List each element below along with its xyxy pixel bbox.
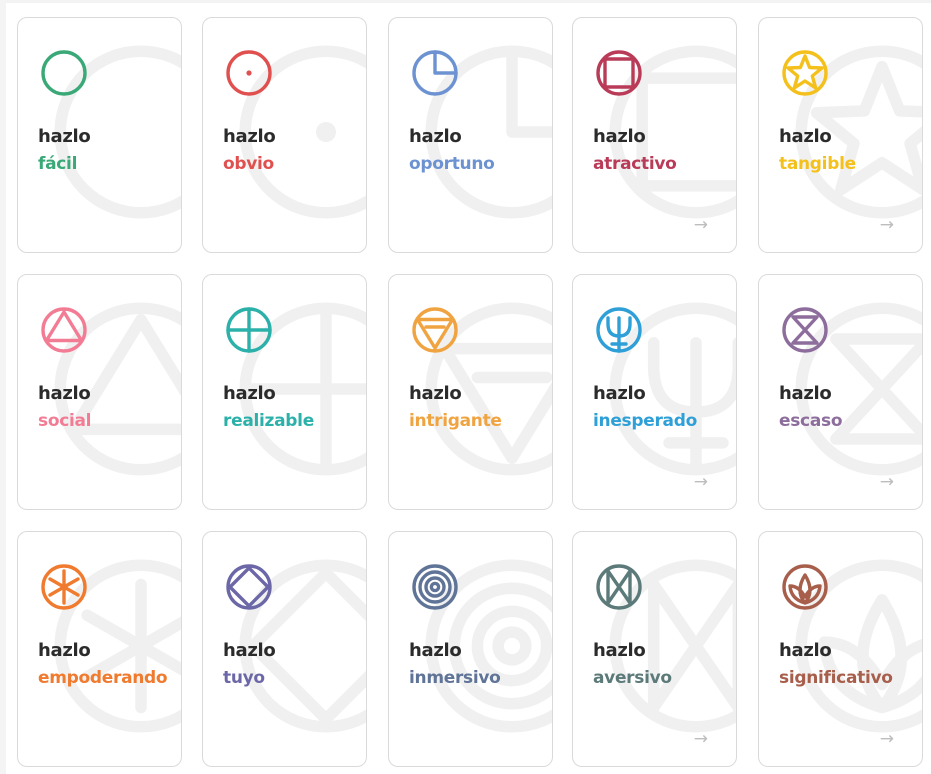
card-empoderando[interactable]: hazlo empoderando — [17, 531, 182, 767]
dotted-circle-icon — [223, 47, 275, 99]
card-word: intrigante — [409, 411, 502, 431]
card-word: obvio — [223, 154, 274, 174]
card-prefix: hazlo — [409, 126, 462, 147]
diamond-circle-icon — [223, 561, 275, 613]
card-prefix: hazlo — [223, 640, 276, 661]
card-word: significativo — [779, 668, 893, 688]
card-word: tangible — [779, 154, 856, 174]
card-escaso[interactable]: hazlo escaso → — [758, 274, 923, 510]
card-word: empoderando — [38, 668, 168, 688]
card-prefix: hazlo — [38, 383, 91, 404]
card-intrigante[interactable]: hazlo intrigante — [388, 274, 553, 510]
left-divider — [0, 0, 6, 774]
circle-icon — [38, 47, 90, 99]
bowtie-circle-icon — [593, 561, 645, 613]
card-word: atractivo — [593, 154, 677, 174]
arrow-right-icon[interactable]: → — [880, 217, 894, 234]
card-oportuno[interactable]: hazlo oportuno — [388, 17, 553, 253]
card-obvio[interactable]: hazlo obvio — [202, 17, 367, 253]
cross-circle-icon — [223, 304, 275, 356]
card-aversivo[interactable]: hazlo aversivo → — [572, 531, 737, 767]
card-prefix: hazlo — [779, 640, 832, 661]
card-prefix: hazlo — [593, 640, 646, 661]
hourglass-circle-icon — [779, 304, 831, 356]
card-prefix: hazlo — [779, 126, 832, 147]
card-tangible[interactable]: hazlo tangible → — [758, 17, 923, 253]
card-prefix: hazlo — [593, 126, 646, 147]
arrow-right-icon[interactable]: → — [880, 474, 894, 491]
card-word: realizable — [223, 411, 314, 431]
inverted-triangle-circle-icon — [409, 304, 461, 356]
arrow-right-icon[interactable]: → — [694, 217, 708, 234]
card-word: inesperado — [593, 411, 697, 431]
card-prefix: hazlo — [223, 126, 276, 147]
card-prefix: hazlo — [223, 383, 276, 404]
card-tuyo[interactable]: hazlo tuyo — [202, 531, 367, 767]
arrow-right-icon[interactable]: → — [694, 731, 708, 748]
card-word: oportuno — [409, 154, 495, 174]
card-word: escaso — [779, 411, 843, 431]
top-divider — [0, 0, 931, 3]
lotus-circle-icon — [779, 561, 831, 613]
arrow-right-icon[interactable]: → — [880, 731, 894, 748]
card-word: tuyo — [223, 668, 265, 688]
card-prefix: hazlo — [779, 383, 832, 404]
asterisk-circle-icon — [38, 561, 90, 613]
card-significativo[interactable]: hazlo significativo → — [758, 531, 923, 767]
card-prefix: hazlo — [409, 383, 462, 404]
card-fácil[interactable]: hazlo fácil — [17, 17, 182, 253]
card-realizable[interactable]: hazlo realizable — [202, 274, 367, 510]
concentric-circles-icon — [409, 561, 461, 613]
card-atractivo[interactable]: hazlo atractivo → — [572, 17, 737, 253]
card-prefix: hazlo — [38, 126, 91, 147]
square-circle-icon — [593, 47, 645, 99]
card-prefix: hazlo — [593, 383, 646, 404]
card-inesperado[interactable]: hazlo inesperado → — [572, 274, 737, 510]
card-social[interactable]: hazlo social — [17, 274, 182, 510]
triangle-circle-icon — [38, 304, 90, 356]
card-word: social — [38, 411, 92, 431]
card-inmersivo[interactable]: hazlo inmersivo — [388, 531, 553, 767]
card-word: fácil — [38, 154, 78, 174]
card-word: aversivo — [593, 668, 672, 688]
star-circle-icon — [779, 47, 831, 99]
card-prefix: hazlo — [38, 640, 91, 661]
clock-quarter-icon — [409, 47, 461, 99]
card-prefix: hazlo — [409, 640, 462, 661]
arrow-right-icon[interactable]: → — [694, 474, 708, 491]
card-word: inmersivo — [409, 668, 501, 688]
trident-circle-icon — [593, 304, 645, 356]
